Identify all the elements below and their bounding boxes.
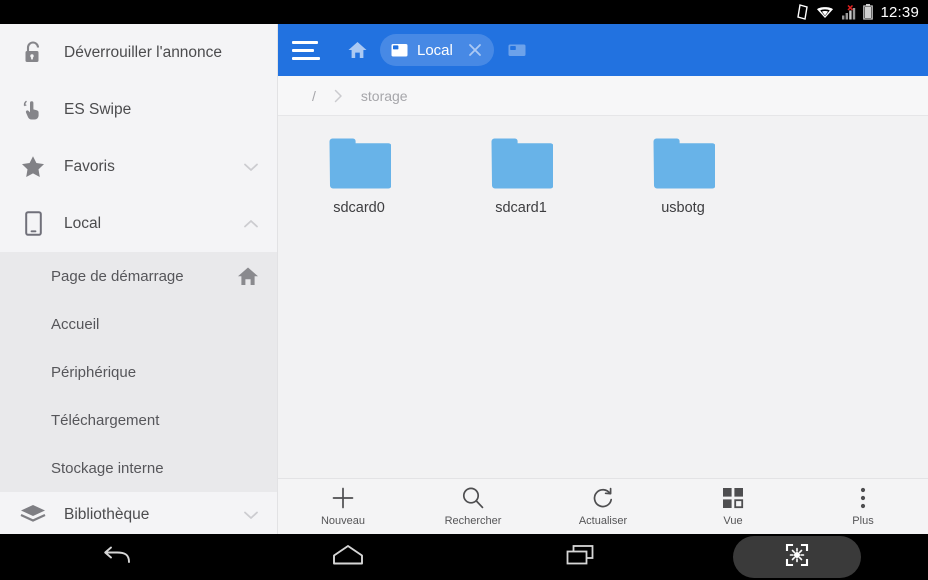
battery-icon: [863, 4, 874, 20]
status-time: 12:39: [880, 3, 919, 21]
nav-home-button[interactable]: [232, 534, 464, 580]
toolbar-button-label: Plus: [852, 515, 874, 527]
tab-label: Local: [417, 41, 453, 59]
breadcrumb-segment-root[interactable]: /: [312, 88, 316, 104]
breadcrumb: / storage: [278, 76, 928, 116]
bottom-toolbar: Nouveau Rechercher Actualiser Vue Plus: [278, 478, 928, 534]
sidebar-subitem-label: Téléchargement: [51, 411, 160, 429]
sidebar-subitem-peripherique[interactable]: Périphérique: [0, 348, 277, 396]
folder-icon: [653, 138, 715, 189]
sidebar: Déverrouiller l'annonce ES Swipe Favoris…: [0, 24, 278, 534]
android-navigation-bar: [0, 534, 928, 580]
home-outline-icon: [331, 544, 365, 571]
chevron-down-icon[interactable]: [241, 157, 261, 177]
toolbar-button-nouveau[interactable]: Nouveau: [278, 479, 408, 534]
nav-recents-button[interactable]: [464, 534, 696, 580]
app-body: Déverrouiller l'annonce ES Swipe Favoris…: [0, 24, 928, 534]
status-icons: [796, 4, 874, 20]
sidebar-item-unlock-ad[interactable]: Déverrouiller l'annonce: [0, 24, 277, 81]
back-arrow-icon: [101, 543, 131, 572]
screenshot-capture-icon: [785, 543, 809, 572]
folder-icon: [329, 138, 391, 189]
status-bar: 12:39: [0, 0, 928, 24]
file-item[interactable]: sdcard1: [440, 135, 602, 227]
sidebar-subitem-label: Stockage interne: [51, 459, 164, 477]
android-screen: 12:39 Déverrouiller l'annonce ES Swipe F…: [0, 0, 928, 580]
toolbar-button-rechercher[interactable]: Rechercher: [408, 479, 538, 534]
window-icon: [391, 43, 408, 58]
toolbar-button-plus[interactable]: Plus: [798, 479, 928, 534]
sidebar-subgroup-local: Page de démarrage Accueil Périphérique T…: [0, 252, 277, 492]
cell-signal-no-service-icon: [842, 4, 856, 19]
chevron-right-icon: [334, 89, 343, 103]
refresh-icon: [591, 486, 615, 510]
new-window-icon[interactable]: [508, 41, 526, 59]
content-pane: Local / storage sdcard0 sdcard1 usbotg N…: [278, 24, 928, 534]
phone-icon: [18, 209, 48, 239]
screenshot-button-background[interactable]: [733, 536, 861, 578]
toolbar-button-label: Rechercher: [444, 515, 502, 527]
sidebar-subitem-stockage-interne[interactable]: Stockage interne: [0, 444, 277, 492]
sidebar-subitem-start-page[interactable]: Page de démarrage: [0, 252, 277, 300]
toolbar-button-label: Vue: [723, 515, 743, 527]
close-icon[interactable]: [462, 37, 488, 63]
plus-icon: [331, 486, 355, 510]
file-name: sdcard0: [333, 200, 385, 216]
tab-local[interactable]: Local: [380, 34, 494, 66]
sidebar-item-favoris[interactable]: Favoris: [0, 138, 277, 195]
sidebar-item-label: Local: [64, 214, 102, 232]
folder-icon: [491, 138, 553, 189]
file-name: usbotg: [661, 200, 705, 216]
wifi-icon: [817, 7, 834, 18]
grid-view-icon: [722, 486, 744, 510]
sidebar-item-label: Déverrouiller l'annonce: [64, 43, 223, 61]
toolbar-button-label: Nouveau: [320, 515, 366, 527]
chevron-down-icon[interactable]: [241, 505, 261, 525]
file-item[interactable]: sdcard0: [278, 135, 440, 227]
sidebar-subitem-accueil[interactable]: Accueil: [0, 300, 277, 348]
nav-screenshot-button[interactable]: [696, 534, 928, 580]
toolbar-button-vue[interactable]: Vue: [668, 479, 798, 534]
toolbar-home-icon[interactable]: [346, 39, 368, 61]
file-name: sdcard1: [495, 200, 547, 216]
toolbar-button-label: Actualiser: [578, 515, 628, 527]
sidebar-item-bibliotheque[interactable]: Bibliothèque: [0, 492, 277, 534]
nav-back-button[interactable]: [0, 534, 232, 580]
sidebar-subitem-label: Accueil: [51, 315, 100, 333]
search-icon: [461, 486, 485, 510]
sidebar-subitem-label: Périphérique: [51, 363, 137, 381]
sidebar-item-local[interactable]: Local: [0, 195, 277, 252]
chevron-up-icon[interactable]: [241, 214, 261, 234]
sidebar-item-label: Bibliothèque: [64, 506, 150, 523]
app-toolbar: Local: [278, 24, 928, 76]
sidebar-subitem-telechargement[interactable]: Téléchargement: [0, 396, 277, 444]
file-grid: sdcard0 sdcard1 usbotg: [278, 116, 928, 502]
toolbar-button-actualiser[interactable]: Actualiser: [538, 479, 668, 534]
sidebar-item-es-swipe[interactable]: ES Swipe: [0, 81, 277, 138]
sim-card-icon: [797, 4, 809, 20]
star-icon: [18, 152, 48, 182]
more-vertical-icon: [860, 486, 866, 510]
file-item[interactable]: usbotg: [602, 135, 764, 227]
home-icon[interactable]: [237, 265, 259, 287]
sidebar-subitem-label: Page de démarrage: [51, 267, 184, 285]
sidebar-item-label: Favoris: [64, 157, 115, 175]
unlock-icon: [18, 38, 48, 68]
swipe-hand-icon: [18, 95, 48, 125]
library-icon: [18, 500, 48, 530]
recents-icon: [565, 543, 595, 572]
breadcrumb-segment-storage[interactable]: storage: [361, 88, 408, 104]
hamburger-menu-icon[interactable]: [292, 35, 322, 65]
sidebar-item-label: ES Swipe: [64, 100, 132, 118]
